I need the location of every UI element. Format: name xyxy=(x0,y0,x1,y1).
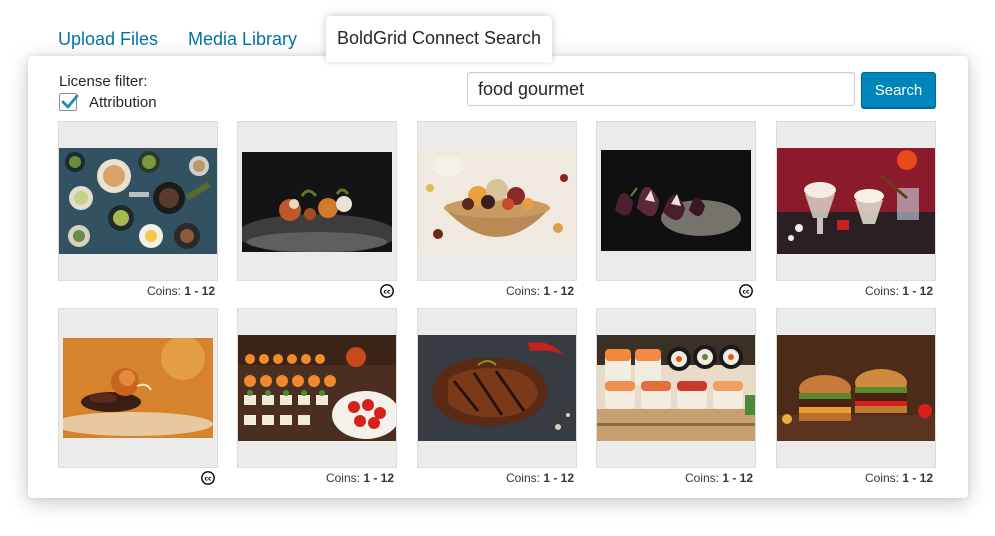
result-thumbnail xyxy=(59,148,217,254)
media-modal: Upload Files Media Library BoldGrid Conn… xyxy=(0,0,995,536)
result-thumbnail xyxy=(238,335,396,441)
result-thumbnail xyxy=(418,148,576,254)
result-item[interactable]: cc xyxy=(59,309,217,485)
result-thumbnail xyxy=(601,150,751,251)
tab-media-library[interactable]: Media Library xyxy=(188,24,297,54)
cc-icon: cc xyxy=(201,471,215,485)
price-label: Coins: 1 - 12 xyxy=(684,471,753,485)
result-item[interactable]: Coins: 1 - 12 xyxy=(597,309,755,485)
svg-text:cc: cc xyxy=(742,288,750,295)
result-item[interactable]: Coins: 1 - 12 xyxy=(238,309,396,485)
cc-icon: cc xyxy=(380,284,394,298)
result-thumbnail xyxy=(242,152,392,252)
result-thumbnail xyxy=(597,335,755,441)
results-grid: Coins: 1 - 12 cc Coins: 1 - 12 cc Coins:… xyxy=(28,56,968,498)
result-thumbnail xyxy=(777,335,935,441)
result-item[interactable]: Coins: 1 - 12 xyxy=(777,122,935,298)
price-label: Coins: 1 - 12 xyxy=(505,471,574,485)
result-thumbnail xyxy=(418,335,576,441)
price-label: Coins: 1 - 12 xyxy=(864,284,933,298)
cc-icon: cc xyxy=(739,284,753,298)
result-item[interactable]: cc xyxy=(238,122,396,298)
tab-upload-files[interactable]: Upload Files xyxy=(58,24,158,54)
svg-text:cc: cc xyxy=(204,475,212,482)
result-thumbnail xyxy=(63,338,213,438)
tab-bar: Upload Files Media Library BoldGrid Conn… xyxy=(0,0,995,62)
svg-text:cc: cc xyxy=(383,288,391,295)
search-panel: License filter: Attribution Search xyxy=(28,56,968,498)
price-label: Coins: 1 - 12 xyxy=(505,284,574,298)
result-item[interactable]: cc xyxy=(597,122,755,298)
price-label: Coins: 1 - 12 xyxy=(864,471,933,485)
result-item[interactable]: Coins: 1 - 12 xyxy=(418,309,576,485)
price-label: Coins: 1 - 12 xyxy=(146,284,215,298)
result-item[interactable]: Coins: 1 - 12 xyxy=(418,122,576,298)
price-label: Coins: 1 - 12 xyxy=(325,471,394,485)
tab-boldgrid-connect-search[interactable]: BoldGrid Connect Search xyxy=(326,16,552,62)
result-item[interactable]: Coins: 1 - 12 xyxy=(777,309,935,485)
result-thumbnail xyxy=(777,148,935,254)
result-item[interactable]: Coins: 1 - 12 xyxy=(59,122,217,298)
